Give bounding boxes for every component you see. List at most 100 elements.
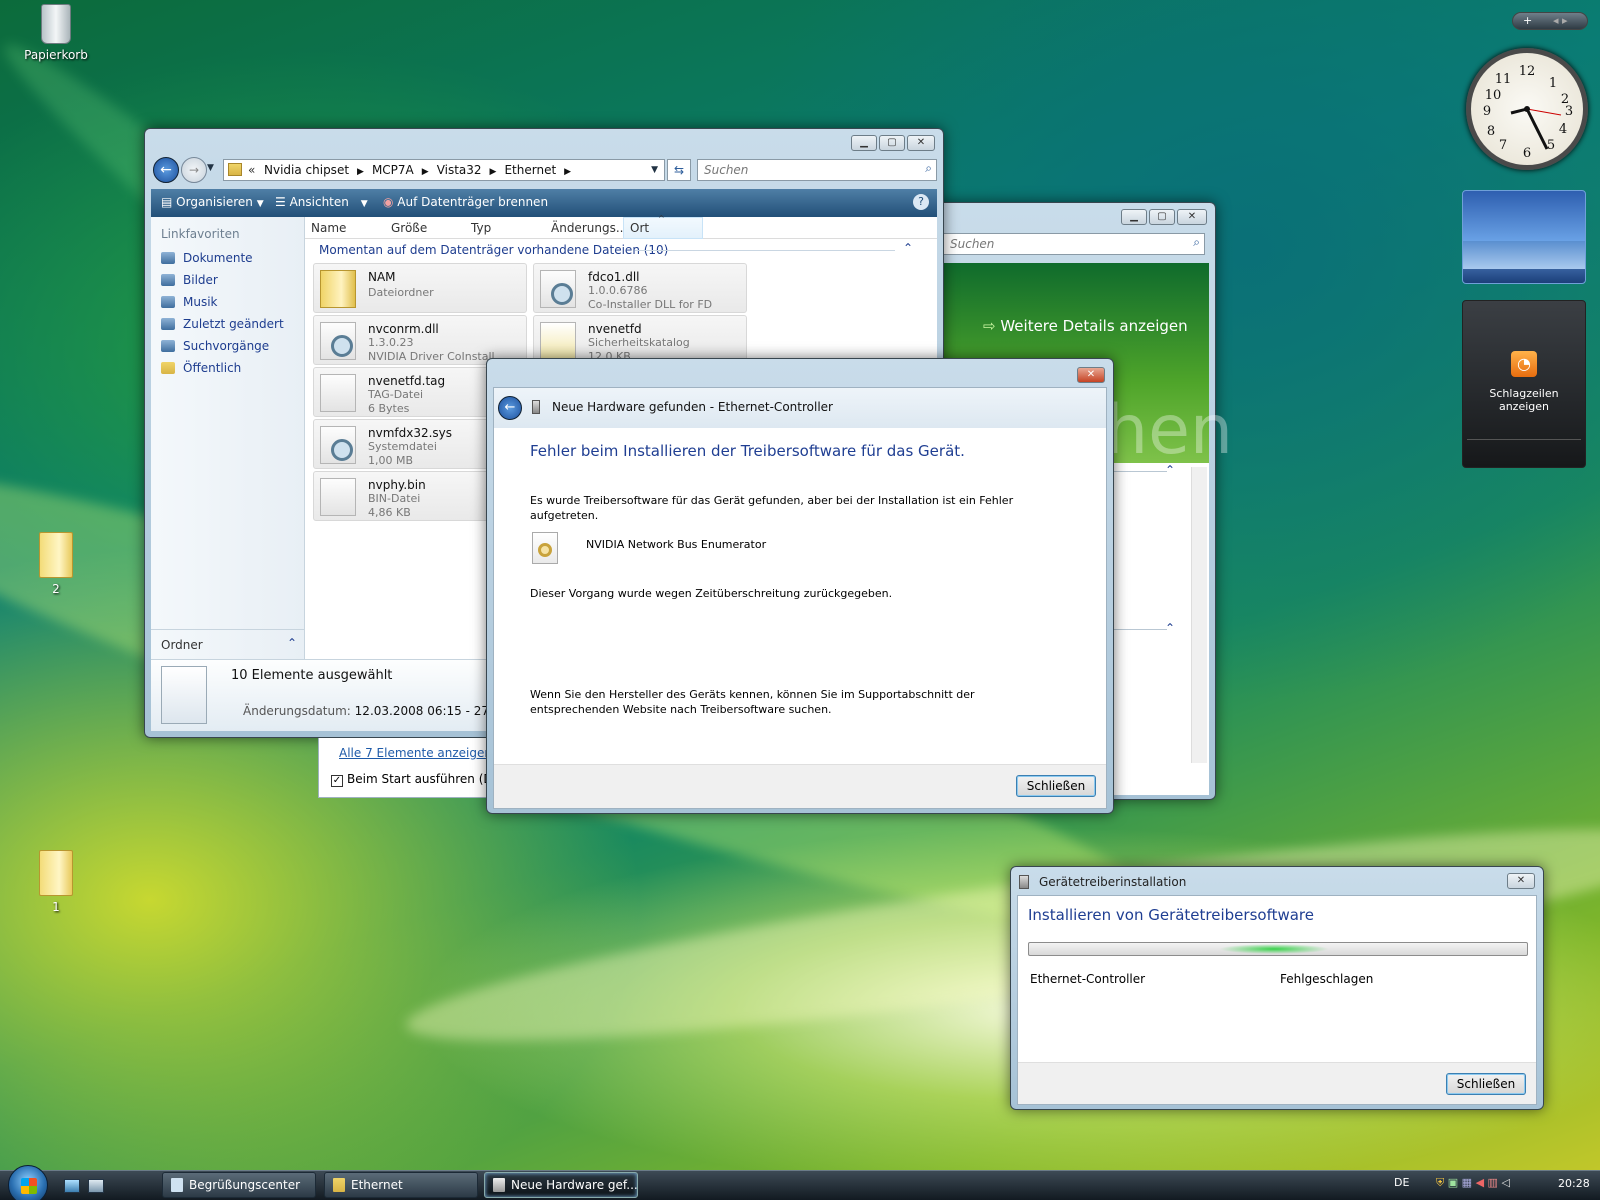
security-shield-icon[interactable]: ⛨ bbox=[1436, 1176, 1444, 1189]
speaker-icon[interactable]: ◁ bbox=[1501, 1176, 1509, 1189]
breadcrumb-separator-icon[interactable]: ▶ bbox=[357, 167, 364, 177]
new-hardware-dialog[interactable]: ✕ ← Neue Hardware gefunden - Ethernet-Co… bbox=[486, 358, 1114, 814]
file-item[interactable]: fdco1.dll 1.0.0.6786 Co-Installer DLL for … bbox=[533, 263, 747, 313]
search-input[interactable]: Suchen ⌕ bbox=[697, 159, 937, 181]
desktop: Papierkorb 2 1 + ◂ ▸ 12 1 2 345 678 9 10 11 … bbox=[0, 0, 1600, 1200]
file-icon bbox=[320, 478, 356, 516]
hardware-icon bbox=[493, 1178, 505, 1192]
group-header[interactable]: Momentan auf dem Datenträger vorhandene … bbox=[319, 243, 668, 257]
close-button[interactable]: ✕ bbox=[907, 135, 935, 151]
search-icon[interactable]: ⌕ bbox=[1193, 235, 1200, 250]
nav-item-label: Suchvorgänge bbox=[183, 339, 270, 353]
folder-shortcut-2[interactable]: 2 bbox=[16, 532, 96, 596]
close-button[interactable]: ✕ bbox=[1077, 367, 1105, 383]
burn-button[interactable]: ◉ Auf Datenträger brennen bbox=[383, 195, 548, 209]
breadcrumb-separator-icon[interactable]: ▶ bbox=[564, 167, 571, 177]
breadcrumb-separator-icon[interactable]: ▶ bbox=[422, 167, 429, 177]
recent-changes-icon bbox=[161, 318, 175, 330]
close-button[interactable]: ✕ bbox=[1177, 209, 1207, 225]
taskbar-item-ethernet[interactable]: Ethernet bbox=[324, 1172, 478, 1198]
taskbar-item-welcome-center[interactable]: Begrüßungscenter bbox=[162, 1172, 316, 1198]
back-button[interactable]: ← bbox=[498, 396, 522, 420]
back-button[interactable]: ← bbox=[153, 157, 179, 183]
safely-remove-icon[interactable]: ▥ bbox=[1488, 1176, 1498, 1189]
details-link[interactable]: ⇨ Weitere Details anzeigen bbox=[983, 317, 1188, 335]
taskbar-item-new-hardware[interactable]: Neue Hardware gef... bbox=[484, 1172, 638, 1198]
welcome-center-icon bbox=[171, 1178, 183, 1192]
folder-icon bbox=[39, 532, 73, 578]
device-icon[interactable]: ▦ bbox=[1462, 1176, 1472, 1189]
gadget-nav-arrows[interactable]: ◂ ▸ bbox=[1553, 14, 1568, 27]
history-dropdown-icon[interactable]: ▼ bbox=[207, 163, 214, 173]
nav-item-searches[interactable]: Suchvorgänge bbox=[161, 339, 269, 353]
volume-icon[interactable]: ◀ bbox=[1476, 1176, 1484, 1189]
nav-item-pictures[interactable]: Bilder bbox=[161, 273, 218, 287]
breadcrumb-item[interactable]: Ethernet bbox=[504, 163, 556, 177]
refresh-icon[interactable]: ⇆ bbox=[667, 159, 691, 181]
breadcrumb-overflow[interactable]: « bbox=[248, 163, 255, 177]
network-icon[interactable]: ▣ bbox=[1448, 1176, 1458, 1189]
add-gadget-button[interactable]: + bbox=[1523, 14, 1532, 27]
language-indicator[interactable]: DE bbox=[1394, 1176, 1409, 1189]
feed-headlines-gadget[interactable]: ◔ Schlagzeilen anzeigen bbox=[1462, 300, 1586, 468]
folders-toggle[interactable]: Ordner ⌃ bbox=[151, 629, 305, 659]
breadcrumb-separator-icon[interactable]: ▶ bbox=[490, 167, 497, 177]
file-size: 6 Bytes bbox=[368, 402, 410, 415]
address-bar[interactable]: « Nvidia chipset ▶ MCP7A ▶ Vista32 ▶ Ethernet ▶… bbox=[223, 159, 665, 181]
show-desktop-icon[interactable] bbox=[64, 1179, 80, 1193]
clock-gadget[interactable]: 12 1 2 345 678 9 10 11 bbox=[1466, 48, 1588, 170]
start-button[interactable] bbox=[8, 1165, 48, 1200]
help-icon[interactable]: ? bbox=[913, 194, 929, 210]
close-dialog-button[interactable]: Schließen bbox=[1016, 775, 1096, 797]
file-item[interactable]: NAM Dateiordner bbox=[313, 263, 527, 313]
close-button[interactable]: ✕ bbox=[1507, 873, 1535, 889]
collapse-icon[interactable]: ⌃ bbox=[1165, 621, 1175, 635]
show-all-link[interactable]: Alle 7 Elemente anzeigen... bbox=[339, 746, 503, 760]
column-name[interactable]: Name bbox=[311, 221, 346, 235]
svg-text:7: 7 bbox=[1499, 138, 1507, 153]
nav-item-label: Bilder bbox=[183, 273, 218, 287]
search-icon[interactable]: ⌕ bbox=[925, 161, 932, 176]
welcome-footer: Alle 7 Elemente anzeigen... ✓ Beim Start … bbox=[318, 738, 506, 798]
nav-item-documents[interactable]: Dokumente bbox=[161, 251, 253, 265]
driver-install-window[interactable]: Gerätetreiberinstallation ✕ Installieren… bbox=[1010, 866, 1544, 1110]
breadcrumb-item[interactable]: MCP7A bbox=[372, 163, 414, 177]
dialog-body: ← Neue Hardware gefunden - Ethernet-Cont… bbox=[493, 387, 1107, 809]
column-modified[interactable]: Änderungs... bbox=[551, 221, 627, 235]
collapse-icon[interactable]: ⌃ bbox=[1165, 463, 1175, 477]
breadcrumb-item[interactable]: Nvidia chipset bbox=[264, 163, 349, 177]
startup-checkbox[interactable]: ✓ Beim Start ausführen (Das bbox=[331, 772, 506, 787]
favorites-title: Linkfavoriten bbox=[161, 227, 240, 241]
banner-watermark-text: hen bbox=[1105, 391, 1234, 470]
minimize-button[interactable]: ▁ bbox=[851, 135, 877, 151]
feed-label[interactable]: Schlagzeilen anzeigen bbox=[1463, 387, 1585, 413]
switch-windows-icon[interactable] bbox=[88, 1179, 104, 1193]
breadcrumb-item[interactable]: Vista32 bbox=[437, 163, 482, 177]
column-size[interactable]: Größe bbox=[391, 221, 427, 235]
folder-shortcut-1[interactable]: 1 bbox=[16, 850, 96, 914]
address-dropdown-icon[interactable]: ▼ bbox=[651, 165, 658, 175]
maximize-button[interactable]: ▢ bbox=[879, 135, 905, 151]
folder-icon bbox=[39, 850, 73, 896]
minimize-button[interactable]: ▁ bbox=[1121, 209, 1147, 225]
views-button[interactable]: ☰ Ansichten ▼ bbox=[275, 195, 368, 209]
column-location[interactable]: Ort ^ bbox=[623, 214, 703, 239]
nav-item-public[interactable]: Öffentlich bbox=[161, 361, 241, 375]
close-driver-window-button[interactable]: Schließen bbox=[1446, 1073, 1526, 1095]
file-name: nvconrm.dll bbox=[368, 322, 439, 336]
organize-button[interactable]: ▤ Organisieren ▼ bbox=[161, 195, 264, 209]
nav-item-music[interactable]: Musik bbox=[161, 295, 218, 309]
slideshow-gadget[interactable] bbox=[1462, 190, 1586, 284]
chevron-down-icon: ▼ bbox=[256, 199, 264, 209]
forward-button[interactable]: → bbox=[181, 157, 207, 183]
recycle-bin-shortcut[interactable]: Papierkorb bbox=[16, 4, 96, 62]
collapse-group-icon[interactable]: ⌃ bbox=[903, 241, 913, 255]
column-type[interactable]: Typ bbox=[471, 221, 491, 235]
search-input[interactable]: Suchen ⌕ bbox=[943, 233, 1205, 255]
file-type: BIN-Datei bbox=[368, 492, 421, 505]
search-placeholder: Suchen bbox=[950, 237, 995, 251]
nav-item-recent[interactable]: Zuletzt geändert bbox=[161, 317, 284, 331]
scrollbar[interactable] bbox=[1191, 467, 1207, 763]
maximize-button[interactable]: ▢ bbox=[1149, 209, 1175, 225]
clock-time[interactable]: 20:28 bbox=[1558, 1177, 1590, 1190]
